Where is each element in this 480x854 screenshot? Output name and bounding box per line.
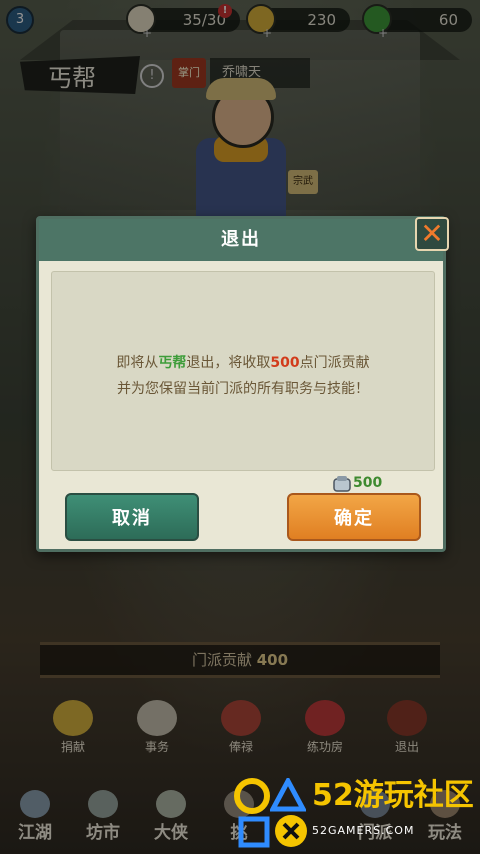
watermark-subtext: 52GAMERS.COM [312,824,415,837]
close-button[interactable]: ✕ [415,217,449,251]
dialog-title: 退出 [221,229,261,250]
confirm-button[interactable]: 确定 [287,493,421,541]
message-mid: 退出，将收取 [186,355,271,371]
watermark-circle-icon [234,778,270,814]
contribution-icon [333,476,351,492]
message-amount: 500 [270,355,300,371]
close-icon: ✕ [420,217,444,250]
cancel-button[interactable]: 取消 [65,493,199,541]
watermark-square-icon [238,816,270,848]
message-line-2: 并为您保留当前门派的所有职务与技能！ [117,381,369,397]
message-sect: 丐帮 [158,355,187,371]
watermark-triangle-icon [270,778,306,812]
site-watermark: 52游玩社区 52GAMERS.COM [230,770,480,854]
exit-dialog: 退出 ✕ 即将从丐帮退出，将收取500点门派贡献 并为您保留当前门派的所有职务与… [36,216,449,552]
cost-value: 500 [353,475,383,491]
message-box: 即将从丐帮退出，将收取500点门派贡献 并为您保留当前门派的所有职务与技能！ [51,271,435,471]
message-prefix: 即将从 [116,355,159,371]
watermark-text: 52游玩社区 [312,778,474,813]
message-line-1: 即将从丐帮退出，将收取500点门派贡献 [52,352,434,372]
message-suffix: 点门派贡献 [299,355,370,371]
watermark-cross-icon [275,815,307,847]
